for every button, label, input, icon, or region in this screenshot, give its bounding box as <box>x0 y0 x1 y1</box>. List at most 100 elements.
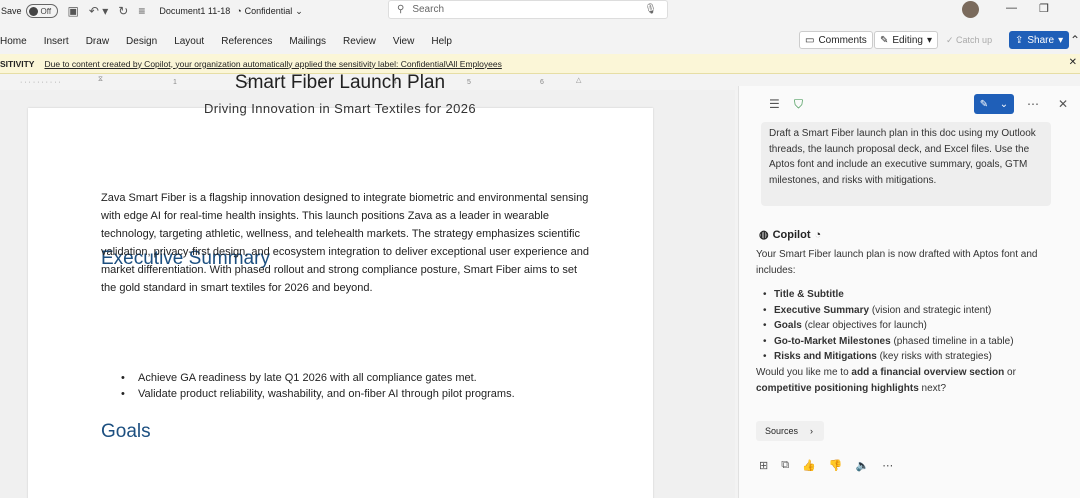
sources-button[interactable]: Sources › <box>756 421 824 441</box>
list-item: Goals (clear objectives for launch) <box>756 318 1066 334</box>
executive-summary-paragraph[interactable]: Zava Smart Fiber is a flagship innovatio… <box>101 189 591 297</box>
goals-list: Achieve GA readiness by late Q1 2026 wit… <box>121 370 581 402</box>
document-name[interactable]: Document1 11-18 <box>159 6 230 16</box>
shield-icon[interactable]: ⛉ <box>794 97 803 112</box>
comment-icon: ▭ <box>805 34 815 46</box>
share-label: Share <box>1027 34 1055 46</box>
new-chat-icon: ✎ <box>979 98 989 110</box>
copy-icon[interactable]: ⧉ <box>781 459 789 472</box>
tab-design[interactable]: Design <box>126 36 157 47</box>
followup-option: add a financial overview section <box>851 367 1005 378</box>
item-detail: (vision and strategic intent) <box>869 304 992 316</box>
tab-insert[interactable]: Insert <box>44 36 69 47</box>
sensitivity-icon: ◔ <box>236 6 242 16</box>
item-title: Goals <box>774 320 802 331</box>
more-options-icon[interactable]: ⋯ <box>882 459 893 472</box>
tab-mailings[interactable]: Mailings <box>289 36 326 47</box>
chevron-down-icon: ▾ <box>926 34 932 46</box>
item-title: Title & Subtitle <box>774 289 844 300</box>
copilot-icon: ◍ <box>759 229 769 241</box>
search-box[interactable]: ⚲ Search 🎙 <box>388 0 668 19</box>
user-prompt: Draft a Smart Fiber launch plan in this … <box>761 122 1051 206</box>
sensitivity-bar-label: SITIVITY <box>0 58 35 69</box>
chevron-down-icon[interactable]: ⌄ <box>1000 99 1008 110</box>
item-title: Go-to-Market Milestones <box>774 335 891 347</box>
item-detail: (key risks with strategies) <box>876 351 992 362</box>
read-aloud-icon[interactable]: 🔈 <box>855 459 869 472</box>
item-detail: (clear objectives for launch) <box>801 320 927 331</box>
followup-option: competitive positioning highlights <box>756 382 919 394</box>
customize-toolbar-icon[interactable]: ≡ <box>138 4 145 18</box>
undo-icon[interactable]: ↶ ▾ <box>89 4 108 18</box>
autosave-label: Save <box>1 6 22 16</box>
document-title[interactable]: Smart Fiber Launch Plan <box>0 72 680 94</box>
search-icon: ⚲ <box>397 4 405 15</box>
tab-draw[interactable]: Draw <box>86 36 109 47</box>
chevron-down-icon: ⌄ <box>295 5 303 16</box>
more-options-icon[interactable]: ⋯ <box>1027 97 1039 111</box>
thumbs-down-icon[interactable]: 👎 <box>829 459 843 472</box>
sensitivity-label: Confidential <box>244 6 293 16</box>
sensitivity-message[interactable]: Due to content created by Copilot, your … <box>44 59 501 69</box>
item-title: Executive Summary <box>774 304 870 316</box>
collapse-icon[interactable]: ⌃ <box>1070 33 1080 47</box>
copilot-pane: ☰ ⛉ ✎ ⌄ ⋯ ✕ Draft a Smart Fiber launch pl… <box>738 86 1080 498</box>
comments-label: Comments <box>818 34 867 46</box>
catch-up-icon: ✓ <box>946 35 957 45</box>
search-placeholder: Search <box>412 4 445 15</box>
response-actions: ⊞ ⧉ 👍 👎 🔈 ⋯ <box>759 459 893 472</box>
tab-layout[interactable]: Layout <box>174 36 204 47</box>
copilot-response: Your Smart Fiber launch plan is now draf… <box>756 247 1066 365</box>
catch-up-label: Catch up <box>956 35 993 45</box>
tab-references[interactable]: References <box>221 36 272 47</box>
item-title: Risks and Mitigations <box>774 351 877 362</box>
copilot-pane-header: ☰ ⛉ ✎ ⌄ ⋯ ✕ <box>739 86 1080 122</box>
tab-review[interactable]: Review <box>343 36 376 47</box>
list-item: Title & Subtitle <box>756 287 1066 303</box>
document-subtitle[interactable]: Driving Innovation in Smart Textiles for… <box>0 101 680 116</box>
new-chat-button[interactable]: ✎ ⌄ <box>974 94 1014 114</box>
insert-icon[interactable]: ⊞ <box>759 459 768 472</box>
response-intro: Your Smart Fiber launch plan is now draf… <box>756 249 1038 276</box>
sensitivity-dropdown[interactable]: ◔ Confidential ⌄ <box>236 6 303 17</box>
list-item[interactable]: Validate product reliability, washabilit… <box>121 386 581 402</box>
followup-text: Would you like me to <box>756 367 852 378</box>
tab-view[interactable]: View <box>393 36 415 47</box>
list-item: Executive Summary (vision and strategic … <box>756 303 1066 319</box>
list-item: Go-to-Market Milestones (phased timeline… <box>756 334 1066 350</box>
avatar[interactable] <box>962 1 979 18</box>
catch-up-button[interactable]: ✓ Catch up <box>946 35 992 46</box>
copilot-name: Copilot <box>772 228 811 241</box>
pencil-icon: ✎ <box>880 34 889 46</box>
save-icon[interactable]: ▣ <box>68 4 79 18</box>
menu-icon[interactable]: ☰ <box>769 97 780 111</box>
chevron-right-icon: › <box>810 426 814 436</box>
microphone-icon[interactable]: 🎙 <box>644 4 657 15</box>
response-list: Title & Subtitle Executive Summary (visi… <box>756 287 1066 365</box>
editing-mode-button[interactable]: ✎ Editing ▾ <box>874 31 938 49</box>
close-icon[interactable]: ✕ <box>1069 57 1077 68</box>
list-item: Risks and Mitigations (key risks with st… <box>756 349 1066 365</box>
minimize-icon[interactable]: — <box>1006 2 1017 14</box>
copilot-status-icon: ◔ <box>814 228 822 241</box>
item-detail: (phased timeline in a table) <box>890 335 1014 347</box>
autosave-state: Off <box>40 6 52 16</box>
tab-home[interactable]: Home <box>0 36 27 47</box>
editing-label: Editing <box>892 34 923 46</box>
tab-help[interactable]: Help <box>431 36 452 47</box>
redo-icon[interactable]: ↻ <box>118 4 128 18</box>
restore-icon[interactable]: ❐ <box>1039 2 1049 15</box>
goals-heading[interactable]: Goals <box>101 421 151 443</box>
autosave-toggle[interactable]: Off <box>25 4 58 18</box>
toggle-knob <box>28 6 38 16</box>
comments-button[interactable]: ▭ Comments <box>799 31 873 49</box>
list-item[interactable]: Achieve GA readiness by late Q1 2026 wit… <box>121 370 581 386</box>
chevron-down-icon: ▾ <box>1058 34 1064 46</box>
share-icon: ⇪ <box>1015 34 1024 46</box>
sensitivity-bar: SITIVITY Due to content created by Copil… <box>0 54 1080 74</box>
close-icon[interactable]: ✕ <box>1058 97 1068 111</box>
thumbs-up-icon[interactable]: 👍 <box>802 459 816 472</box>
copilot-header: ◍ Copilot ◔ <box>759 228 822 242</box>
share-button[interactable]: ⇪ Share ▾ <box>1009 31 1070 49</box>
sources-label: Sources <box>765 426 799 436</box>
